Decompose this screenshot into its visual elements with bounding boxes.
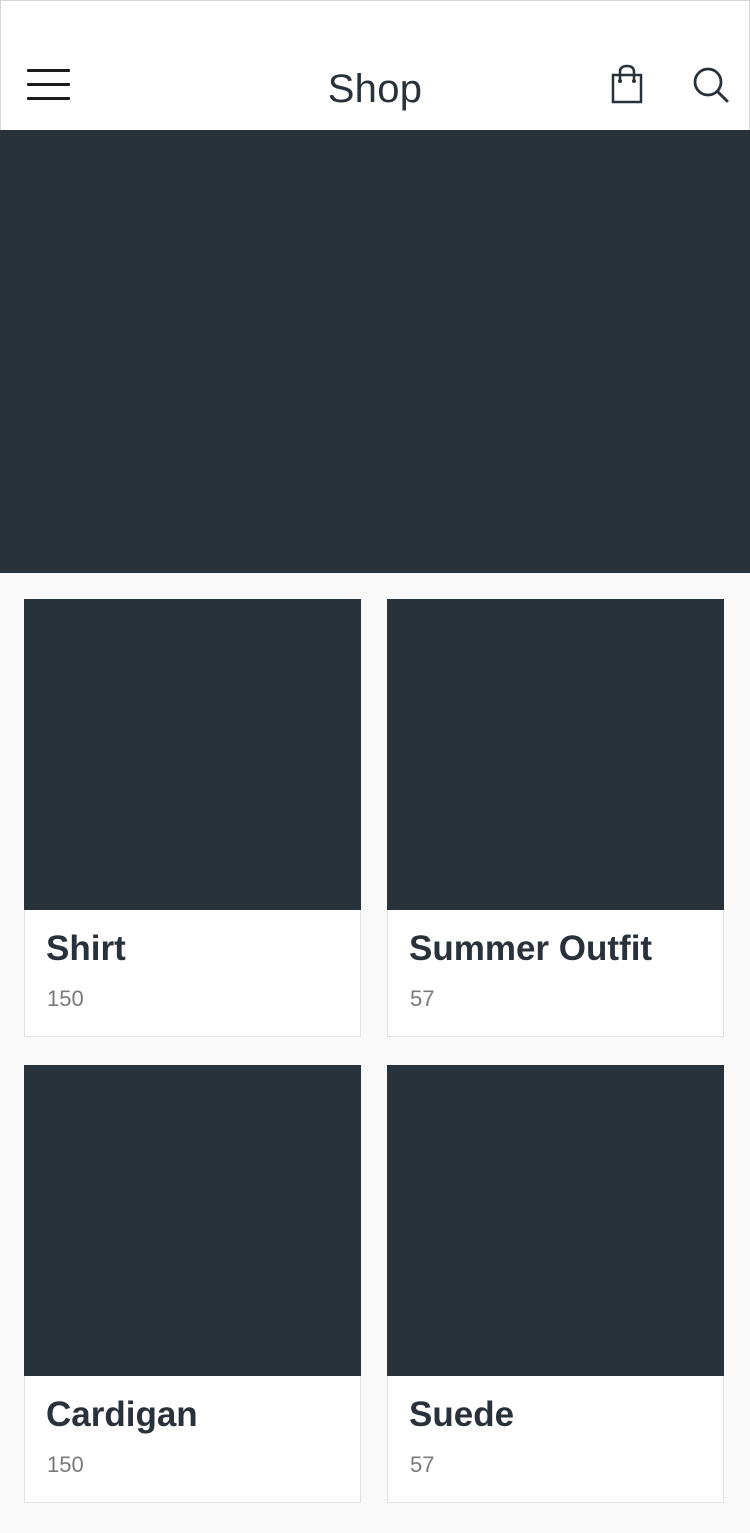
category-count: 150 [47, 986, 84, 1011]
category-name: Shirt [46, 929, 126, 968]
category-count: 57 [410, 1452, 435, 1477]
search-button[interactable] [689, 63, 733, 107]
hero-banner[interactable] [0, 130, 750, 573]
category-name: Suede [409, 1395, 515, 1434]
category-image [24, 599, 361, 910]
cart-button[interactable] [607, 63, 647, 107]
app-header: Shop [0, 0, 750, 130]
category-name: Summer Outfit [409, 929, 653, 968]
category-count: 57 [410, 986, 435, 1011]
search-icon [693, 67, 729, 103]
category-card-cardigan[interactable]: Cardigan 150 [24, 1065, 361, 1503]
category-image [24, 1065, 361, 1376]
category-card-summer-outfit[interactable]: Summer Outfit 57 [387, 599, 724, 1037]
category-name: Cardigan [46, 1395, 198, 1434]
category-image [387, 599, 724, 910]
category-card-shirt[interactable]: Shirt 150 [24, 599, 361, 1037]
category-card-suede[interactable]: Suede 57 [387, 1065, 724, 1503]
shopping-bag-icon [611, 64, 643, 104]
category-count: 150 [47, 1452, 84, 1477]
category-image [387, 1065, 724, 1376]
